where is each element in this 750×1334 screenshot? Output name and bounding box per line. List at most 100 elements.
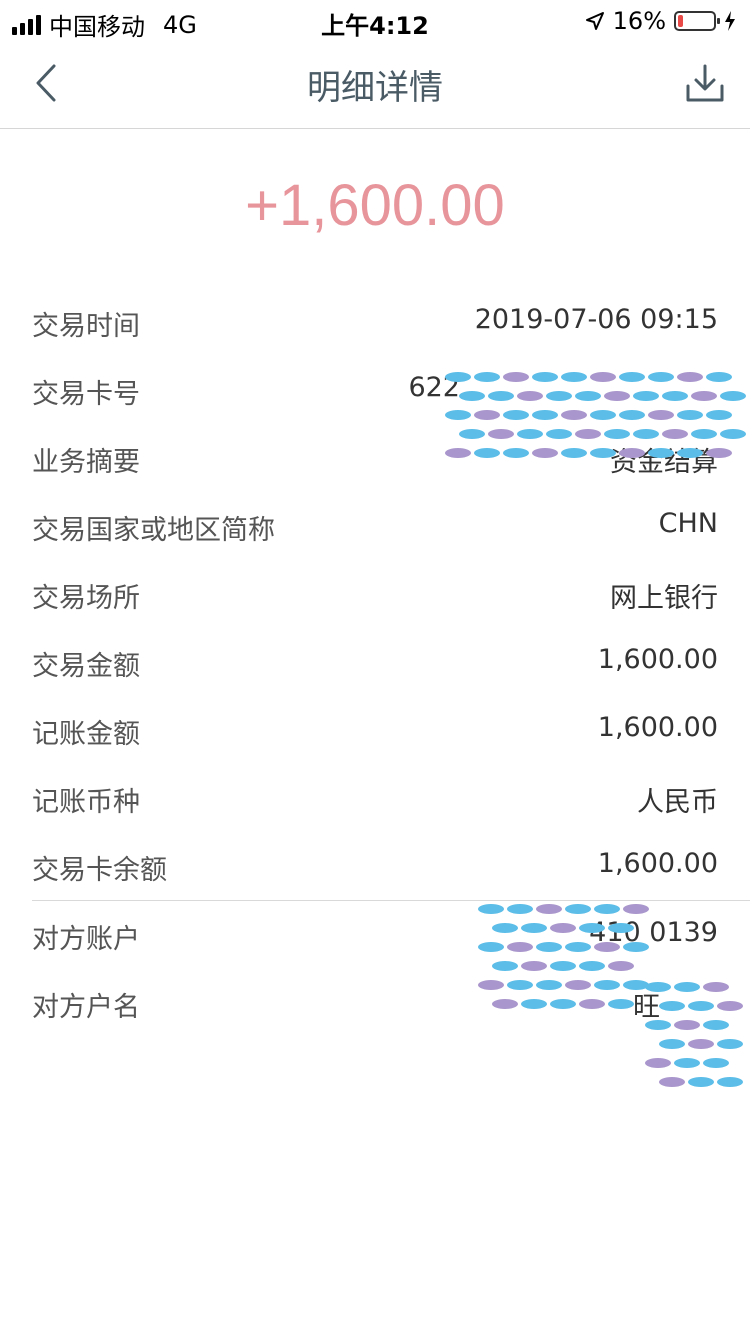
page-title: 明细详情 <box>307 68 443 108</box>
mosaic-fish <box>594 942 620 952</box>
detail-value: CHN <box>658 508 718 539</box>
mosaic-fish <box>536 980 562 990</box>
detail-row-time: 交易时间 2019-07-06 09:15 <box>0 288 750 356</box>
mosaic-fish <box>706 448 732 458</box>
detail-value: 1,600.00 <box>597 848 718 879</box>
mosaic-fish <box>604 391 630 401</box>
mosaic-fish <box>648 410 674 420</box>
mosaic-fish <box>507 904 533 914</box>
download-button[interactable] <box>684 62 726 104</box>
mosaic-fish <box>503 372 529 382</box>
detail-row-currency: 记账币种 人民币 <box>0 764 750 832</box>
mosaic-fish <box>517 429 543 439</box>
mosaic-fish <box>579 961 605 971</box>
mosaic-fish <box>546 391 572 401</box>
mosaic-fish <box>717 1039 743 1049</box>
detail-value: 网上银行 <box>610 583 718 614</box>
mosaic-fish <box>445 410 471 420</box>
detail-label: 记账币种 <box>32 787 140 818</box>
mosaic-fish <box>645 982 671 992</box>
mosaic-fish <box>521 999 547 1009</box>
mosaic-fish <box>565 904 591 914</box>
mosaic-fish <box>521 923 547 933</box>
mosaic-fish <box>532 410 558 420</box>
mosaic-fish <box>688 1039 714 1049</box>
mosaic-fish <box>703 1020 729 1030</box>
mosaic-fish <box>536 942 562 952</box>
mosaic-fish <box>619 448 645 458</box>
mosaic-fish <box>674 1058 700 1068</box>
mosaic-fish <box>604 429 630 439</box>
mosaic-fish <box>579 999 605 1009</box>
mosaic-fish <box>474 372 500 382</box>
detail-label: 对方账户 <box>32 924 140 955</box>
mosaic-fish <box>623 942 649 952</box>
mosaic-fish <box>717 1001 743 1011</box>
detail-value: 人民币 <box>637 787 718 818</box>
mosaic-fish <box>720 391 746 401</box>
mosaic-fish <box>546 429 572 439</box>
status-bar: 中国移动 4G 上午4:12 16% <box>0 0 750 41</box>
mosaic-fish <box>521 961 547 971</box>
mosaic-fish <box>659 1001 685 1011</box>
mosaic-fish <box>691 429 717 439</box>
mosaic-fish <box>575 391 601 401</box>
mosaic-fish <box>645 1058 671 1068</box>
mosaic-fish <box>478 980 504 990</box>
mosaic-fish <box>703 1058 729 1068</box>
detail-row-country: 交易国家或地区简称 CHN <box>0 492 750 560</box>
detail-value: 1,600.00 <box>597 644 718 675</box>
mosaic-fish <box>691 391 717 401</box>
mosaic-fish <box>532 372 558 382</box>
detail-label: 交易金额 <box>32 651 140 682</box>
detail-label: 业务摘要 <box>32 447 140 478</box>
mosaic-fish <box>619 372 645 382</box>
mosaic-fish <box>503 410 529 420</box>
mosaic-fish <box>536 904 562 914</box>
detail-label: 交易场所 <box>32 583 140 614</box>
mosaic-fish <box>633 391 659 401</box>
detail-row-booked-amount: 记账金额 1,600.00 <box>0 696 750 764</box>
battery-percent: 16% <box>612 7 666 35</box>
mosaic-fish <box>561 372 587 382</box>
detail-row-venue: 交易场所 网上银行 <box>0 560 750 628</box>
mosaic-fish <box>608 961 634 971</box>
mosaic-fish <box>688 1077 714 1087</box>
mosaic-fish <box>703 982 729 992</box>
mosaic-fish <box>619 410 645 420</box>
detail-label: 记账金额 <box>32 719 140 750</box>
mosaic-fish <box>517 391 543 401</box>
mosaic-fish <box>459 429 485 439</box>
location-arrow-icon <box>585 12 604 30</box>
mosaic-fish <box>445 372 471 382</box>
mosaic-fish <box>503 448 529 458</box>
mosaic-fish <box>662 391 688 401</box>
mosaic-fish <box>561 410 587 420</box>
mosaic-fish <box>623 904 649 914</box>
mosaic-fish <box>677 410 703 420</box>
mosaic-fish <box>507 980 533 990</box>
mosaic-fish <box>662 429 688 439</box>
mosaic-fish <box>459 391 485 401</box>
mosaic-fish <box>677 448 703 458</box>
charging-icon <box>725 11 735 31</box>
detail-value: 2019-07-06 09:15 <box>474 304 718 335</box>
mosaic-fish <box>561 448 587 458</box>
mosaic-fish <box>594 980 620 990</box>
mosaic-fish <box>659 1039 685 1049</box>
mosaic-fish <box>565 942 591 952</box>
mosaic-fish <box>579 923 605 933</box>
transaction-amount: +1,600.00 <box>245 173 505 238</box>
privacy-mosaic <box>645 980 750 1092</box>
mosaic-fish <box>492 961 518 971</box>
mosaic-fish <box>594 904 620 914</box>
mosaic-fish <box>590 448 616 458</box>
detail-label: 交易国家或地区简称 <box>32 515 275 546</box>
detail-row-card-balance: 交易卡余额 1,600.00 <box>0 832 750 900</box>
mosaic-fish <box>488 391 514 401</box>
mosaic-fish <box>550 961 576 971</box>
detail-row-transaction-amount: 交易金额 1,600.00 <box>0 628 750 696</box>
mosaic-fish <box>532 448 558 458</box>
mosaic-fish <box>550 999 576 1009</box>
mosaic-fish <box>648 448 674 458</box>
